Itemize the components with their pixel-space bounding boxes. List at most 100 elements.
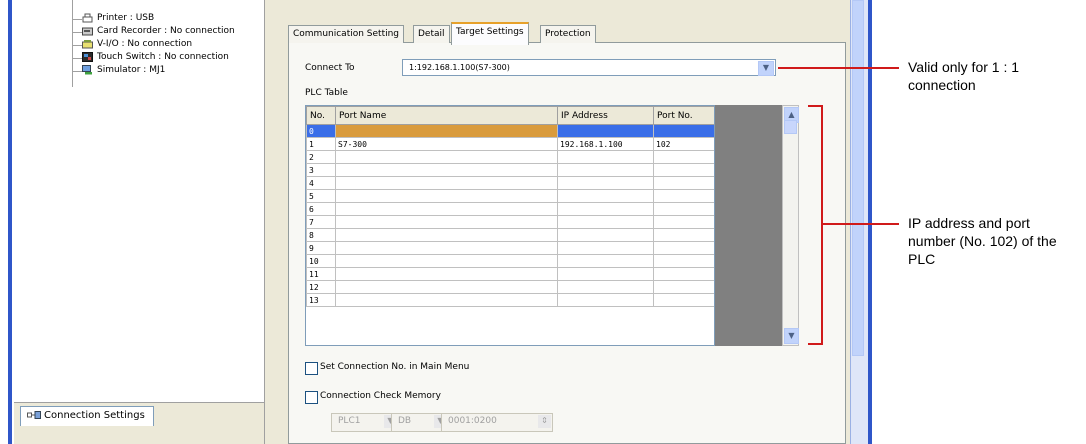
table-row[interactable]: 12 [306, 280, 714, 294]
touch-switch-icon [82, 51, 93, 62]
tree-item-vio[interactable]: V-I/O : No connection [82, 38, 192, 51]
tab-target-settings[interactable]: Target Settings [451, 22, 529, 45]
cell-no[interactable]: 11 [306, 267, 336, 281]
cell-port-no[interactable] [653, 176, 714, 190]
tree-item-simulator[interactable]: Simulator : MJ1 [82, 64, 165, 77]
cell-port-name[interactable] [335, 163, 558, 177]
cell-port-name[interactable] [335, 267, 558, 281]
table-row[interactable]: 1 S7-300 192.168.1.100 102 [306, 137, 714, 151]
set-connection-checkbox[interactable] [305, 362, 318, 375]
tree-item-printer[interactable]: Printer : USB [82, 12, 154, 25]
check-memory-checkbox[interactable] [305, 391, 318, 404]
tree-item-touch-switch[interactable]: Touch Switch : No connection [82, 51, 229, 64]
cell-port-name[interactable]: S7-300 [335, 137, 558, 151]
cell-port-name[interactable] [335, 293, 558, 307]
cell-port-name[interactable] [335, 124, 558, 138]
cell-port-no[interactable] [653, 228, 714, 242]
chevron-down-icon[interactable]: ▼ [758, 61, 774, 76]
cell-port-no[interactable] [653, 189, 714, 203]
cell-no[interactable]: 7 [306, 215, 336, 229]
cell-ip-address[interactable] [557, 241, 654, 255]
cell-no[interactable]: 12 [306, 280, 336, 294]
cell-no[interactable]: 5 [306, 189, 336, 203]
cell-port-name[interactable] [335, 254, 558, 268]
cell-ip-address[interactable] [557, 215, 654, 229]
cell-port-name[interactable] [335, 215, 558, 229]
cell-ip-address[interactable] [557, 189, 654, 203]
cell-no[interactable]: 2 [306, 150, 336, 164]
cell-ip-address[interactable] [557, 293, 654, 307]
tree-connector [72, 71, 82, 72]
column-header-port-no[interactable]: Port No. [653, 106, 714, 125]
table-row[interactable]: 13 [306, 293, 714, 307]
cell-ip-address[interactable] [557, 228, 654, 242]
plc-table[interactable]: No. Port Name IP Address Port No. 0 1 S7-… [305, 105, 715, 346]
table-row[interactable]: 9 [306, 241, 714, 255]
table-row[interactable]: 5 [306, 189, 714, 203]
table-row[interactable]: 8 [306, 228, 714, 242]
cell-no[interactable]: 10 [306, 254, 336, 268]
cell-no[interactable]: 1 [306, 137, 336, 151]
cell-port-name[interactable] [335, 280, 558, 294]
scroll-down-icon[interactable]: ▼ [784, 328, 799, 344]
cell-port-no[interactable] [653, 215, 714, 229]
cell-port-no[interactable] [653, 202, 714, 216]
cell-port-no[interactable] [653, 150, 714, 164]
column-header-ip-address[interactable]: IP Address [557, 106, 654, 125]
table-row[interactable]: 7 [306, 215, 714, 229]
table-row[interactable]: 10 [306, 254, 714, 268]
scrollbar-thumb[interactable] [784, 120, 797, 134]
table-row[interactable]: 3 [306, 163, 714, 177]
table-row[interactable]: 4 [306, 176, 714, 190]
cell-ip-address[interactable] [557, 267, 654, 281]
cell-no[interactable]: 13 [306, 293, 336, 307]
column-header-no[interactable]: No. [306, 106, 336, 125]
cell-port-no[interactable] [653, 241, 714, 255]
cell-ip-address[interactable]: 192.168.1.100 [557, 137, 654, 151]
cell-port-no[interactable] [653, 124, 714, 138]
tree-item-card-recorder[interactable]: Card Recorder : No connection [82, 25, 235, 38]
cell-port-name[interactable] [335, 176, 558, 190]
cell-ip-address[interactable] [557, 202, 654, 216]
memory-address-input[interactable]: 0001:0200 ⇕ [441, 413, 553, 432]
cell-port-name[interactable] [335, 202, 558, 216]
table-row[interactable]: 2 [306, 150, 714, 164]
cell-port-no[interactable] [653, 293, 714, 307]
cell-no[interactable]: 8 [306, 228, 336, 242]
cell-no[interactable]: 6 [306, 202, 336, 216]
set-connection-label: Set Connection No. in Main Menu [320, 362, 470, 372]
cell-ip-address[interactable] [557, 280, 654, 294]
table-row[interactable]: 0 [306, 124, 714, 138]
memory-plc-select[interactable]: PLC1▼ [331, 413, 399, 432]
cell-ip-address[interactable] [557, 150, 654, 164]
spinner-icon[interactable]: ⇕ [538, 415, 551, 428]
cell-port-no[interactable]: 102 [653, 137, 714, 151]
cell-port-name[interactable] [335, 189, 558, 203]
right-scroll-thumb[interactable] [852, 0, 864, 356]
cell-ip-address[interactable] [557, 176, 654, 190]
cell-no[interactable]: 0 [306, 124, 336, 138]
tab-detail[interactable]: Detail [413, 25, 450, 43]
cell-port-no[interactable] [653, 254, 714, 268]
cell-port-no[interactable] [653, 267, 714, 281]
tab-connection-settings[interactable]: Connection Settings [20, 406, 154, 426]
cell-port-no[interactable] [653, 280, 714, 294]
cell-ip-address[interactable] [557, 163, 654, 177]
connect-to-select[interactable]: 1:192.168.1.100(S7-300) ▼ [402, 59, 776, 76]
cell-port-no[interactable] [653, 163, 714, 177]
tab-protection[interactable]: Protection [540, 25, 596, 43]
column-header-port-name[interactable]: Port Name [335, 106, 558, 125]
tab-communication-setting[interactable]: Communication Setting [288, 25, 405, 43]
cell-port-name[interactable] [335, 150, 558, 164]
table-row[interactable]: 11 [306, 267, 714, 281]
table-scrollbar[interactable]: ▲ ▼ [782, 105, 799, 346]
cell-no[interactable]: 9 [306, 241, 336, 255]
cell-no[interactable]: 4 [306, 176, 336, 190]
cell-ip-address[interactable] [557, 254, 654, 268]
cell-no[interactable]: 3 [306, 163, 336, 177]
cell-port-name[interactable] [335, 228, 558, 242]
cell-ip-address[interactable] [557, 124, 654, 138]
cell-port-name[interactable] [335, 241, 558, 255]
table-row[interactable]: 6 [306, 202, 714, 216]
pane-splitter[interactable] [264, 0, 282, 444]
